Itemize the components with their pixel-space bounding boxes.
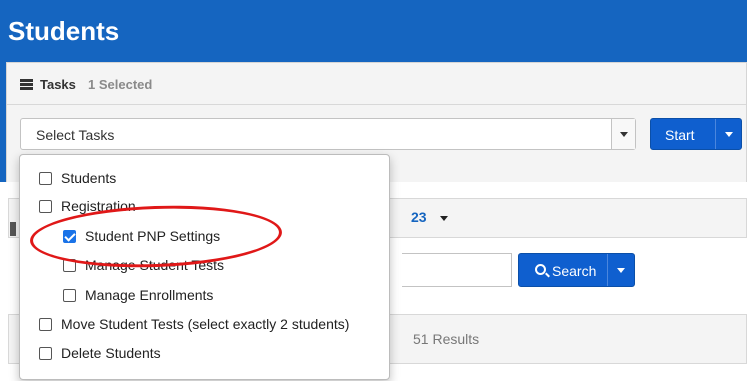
checkbox[interactable]: [39, 318, 52, 331]
tasks-selected-count: 1 Selected: [88, 77, 153, 92]
page-title: Students: [8, 16, 120, 46]
checkbox-checked[interactable]: [63, 230, 76, 243]
checkbox[interactable]: [39, 200, 52, 213]
tasks-label: Tasks: [40, 77, 76, 92]
menu-option-label: Students: [61, 170, 117, 186]
list-icon: [20, 79, 33, 90]
start-button-label: Start: [665, 127, 695, 143]
tasks-bar: Tasks 1 Selected: [7, 63, 746, 105]
menu-option-label: Move Student Tests (select exactly 2 stu…: [61, 316, 350, 332]
menu-option-label: Manage Enrollments: [85, 287, 214, 303]
select-tasks-dropdown[interactable]: Select Tasks: [20, 118, 636, 150]
checkbox[interactable]: [39, 172, 52, 185]
search-button-label: Search: [552, 263, 597, 279]
chevron-down-icon[interactable]: [440, 216, 448, 221]
select-tasks-placeholder: Select Tasks: [36, 127, 115, 143]
checkbox[interactable]: [39, 347, 52, 360]
tasks-dropdown-menu: Students Registration Student PNP Settin…: [19, 154, 390, 380]
start-button[interactable]: Start: [650, 118, 742, 150]
chevron-down-icon: [725, 132, 733, 137]
start-options-toggle[interactable]: [715, 119, 742, 149]
filter-bar-edge: [10, 222, 16, 236]
chevron-down-icon: [620, 132, 628, 137]
checkbox[interactable]: [63, 259, 76, 272]
filter-link[interactable]: 23: [411, 209, 427, 225]
search-icon: [535, 264, 546, 275]
results-count: 51 Results: [413, 331, 480, 347]
search-options-toggle[interactable]: [607, 254, 635, 286]
checkbox[interactable]: [63, 289, 76, 302]
menu-option-label: Student PNP Settings: [85, 228, 221, 244]
select-tasks-toggle[interactable]: [611, 119, 635, 149]
menu-option-label: Delete Students: [61, 345, 161, 361]
search-button[interactable]: Search: [518, 253, 635, 287]
menu-option-label: Manage Student Tests: [85, 257, 225, 273]
menu-option-label: Registration: [61, 198, 136, 214]
chevron-down-icon: [617, 268, 625, 273]
search-input[interactable]: [402, 253, 512, 287]
